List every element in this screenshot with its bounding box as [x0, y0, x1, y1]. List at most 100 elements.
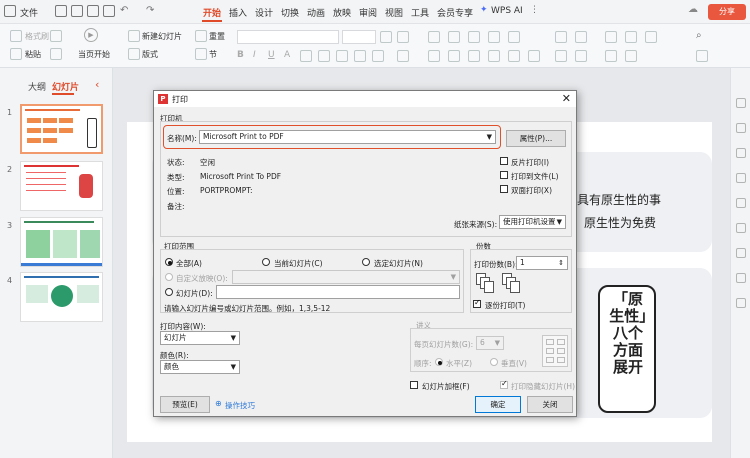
italic-icon[interactable]: I: [253, 50, 256, 60]
select-icon[interactable]: [625, 50, 637, 62]
range-custom-radio[interactable]: [165, 273, 173, 281]
font-family-select[interactable]: [237, 30, 339, 44]
reset-label[interactable]: 重置: [209, 31, 225, 42]
tab-animation[interactable]: 动画: [307, 6, 325, 19]
tab-member[interactable]: 会员专享: [437, 6, 473, 19]
tab-slides[interactable]: 幻灯片: [52, 80, 79, 93]
find-icon[interactable]: ⌕: [696, 30, 702, 41]
play-icon[interactable]: ▶: [84, 28, 98, 42]
order-vertical-radio[interactable]: [490, 358, 498, 366]
range-selection-radio[interactable]: [362, 258, 370, 266]
tab-view[interactable]: 视图: [385, 6, 403, 19]
sidebar-icon[interactable]: [736, 123, 746, 133]
fill-icon[interactable]: [605, 31, 617, 43]
new-icon[interactable]: [55, 5, 67, 17]
tips-link[interactable]: 操作技巧: [225, 400, 255, 411]
ok-button[interactable]: 确定: [475, 396, 521, 413]
quick-style-icon[interactable]: [575, 50, 587, 62]
share-button[interactable]: 分享: [708, 4, 746, 20]
tab-outline[interactable]: 大纲: [28, 80, 46, 93]
format-painter-icon[interactable]: [10, 30, 22, 42]
slide-thumbnail-1[interactable]: [20, 104, 103, 154]
dialog-titlebar[interactable]: P 打印 ✕: [154, 91, 576, 107]
tab-transition[interactable]: 切换: [281, 6, 299, 19]
custom-show-select[interactable]: ▼: [232, 270, 460, 284]
subscript-icon[interactable]: [336, 50, 348, 62]
range-slides-radio[interactable]: [165, 288, 173, 296]
numbered-list-icon[interactable]: [448, 31, 460, 43]
redo-icon[interactable]: ↷: [146, 5, 154, 16]
from-current-label[interactable]: 当页开始: [78, 49, 110, 60]
reverse-print-checkbox[interactable]: [500, 157, 508, 165]
line-spacing-icon[interactable]: [508, 31, 520, 43]
new-slide-label[interactable]: 新建幻灯片: [142, 31, 182, 42]
textbox-icon[interactable]: [555, 31, 567, 43]
layout-label[interactable]: 版式: [142, 49, 158, 60]
tab-insert[interactable]: 插入: [229, 6, 247, 19]
text-direction-icon[interactable]: [528, 50, 540, 62]
decrease-indent-icon[interactable]: [468, 31, 480, 43]
align-center-icon[interactable]: [448, 50, 460, 62]
reset-icon[interactable]: [195, 30, 207, 42]
new-slide-icon[interactable]: [128, 30, 140, 42]
bold-icon[interactable]: B: [237, 50, 244, 60]
replace-icon[interactable]: [605, 50, 617, 62]
printer-name-select[interactable]: Microsoft Print to PDF ▼: [199, 130, 496, 144]
shrink-font-icon[interactable]: [397, 31, 409, 43]
effects-icon[interactable]: [645, 31, 657, 43]
eraser-icon[interactable]: [397, 50, 409, 62]
duplex-checkbox[interactable]: [500, 185, 508, 193]
slide-thumbnail-2[interactable]: [20, 161, 103, 211]
underline-icon[interactable]: U: [268, 50, 275, 60]
order-horizontal-radio[interactable]: [435, 358, 443, 366]
slides-range-input[interactable]: [216, 285, 460, 299]
increase-indent-icon[interactable]: [488, 31, 500, 43]
arrange-icon[interactable]: [555, 50, 567, 62]
shape-icon[interactable]: [736, 248, 746, 258]
distribute-icon[interactable]: [508, 50, 520, 62]
print-content-select[interactable]: 幻灯片 ▼: [160, 331, 240, 345]
tab-slideshow[interactable]: 放映: [333, 6, 351, 19]
shadow-icon[interactable]: [354, 50, 366, 62]
section-label[interactable]: 节: [209, 49, 217, 60]
collate-checkbox[interactable]: [473, 298, 481, 308]
spinner-icon[interactable]: ⇕: [558, 257, 564, 269]
more-icon[interactable]: ⋮: [530, 5, 539, 15]
shapes-icon[interactable]: [575, 31, 587, 43]
collapse-panel-icon[interactable]: ‹: [95, 78, 99, 91]
zoom-in-icon[interactable]: [736, 98, 746, 108]
copy-icon[interactable]: [50, 48, 62, 60]
layout-icon[interactable]: [128, 48, 140, 60]
outline-icon[interactable]: [625, 31, 637, 43]
clear-format-icon[interactable]: [372, 50, 384, 62]
range-current-radio[interactable]: [262, 258, 270, 266]
copies-input[interactable]: 1 ⇕: [516, 256, 568, 270]
transition-icon[interactable]: [736, 173, 746, 183]
save-icon[interactable]: [71, 5, 83, 17]
more-tools-icon[interactable]: [696, 50, 708, 62]
animation-icon[interactable]: [736, 148, 746, 158]
slide-thumbnail-4[interactable]: [20, 272, 103, 322]
print-to-file-checkbox[interactable]: [500, 171, 508, 179]
bullet-list-icon[interactable]: [428, 31, 440, 43]
print-preview-icon[interactable]: [103, 5, 115, 17]
grid-icon[interactable]: [736, 223, 746, 233]
paper-source-select[interactable]: 使用打印机设置 ▼: [499, 215, 566, 229]
grow-font-icon[interactable]: [380, 31, 392, 43]
tab-tools[interactable]: 工具: [411, 6, 429, 19]
superscript-icon[interactable]: [318, 50, 330, 62]
frame-slides-checkbox[interactable]: [410, 381, 418, 389]
wps-ai-button[interactable]: WPS AI: [491, 6, 523, 16]
print-icon[interactable]: [87, 5, 99, 17]
paste-label[interactable]: 粘贴: [25, 49, 41, 60]
format-painter-label[interactable]: 格式刷: [25, 31, 49, 42]
paste-icon[interactable]: [10, 48, 22, 60]
per-page-select[interactable]: 6 ▼: [476, 336, 504, 350]
help-icon[interactable]: [736, 298, 746, 308]
tab-design[interactable]: 设计: [255, 6, 273, 19]
image-icon[interactable]: [736, 273, 746, 283]
close-button[interactable]: 关闭: [527, 396, 573, 413]
strikethrough-icon[interactable]: [300, 50, 312, 62]
align-right-icon[interactable]: [468, 50, 480, 62]
close-icon[interactable]: ✕: [562, 92, 571, 105]
